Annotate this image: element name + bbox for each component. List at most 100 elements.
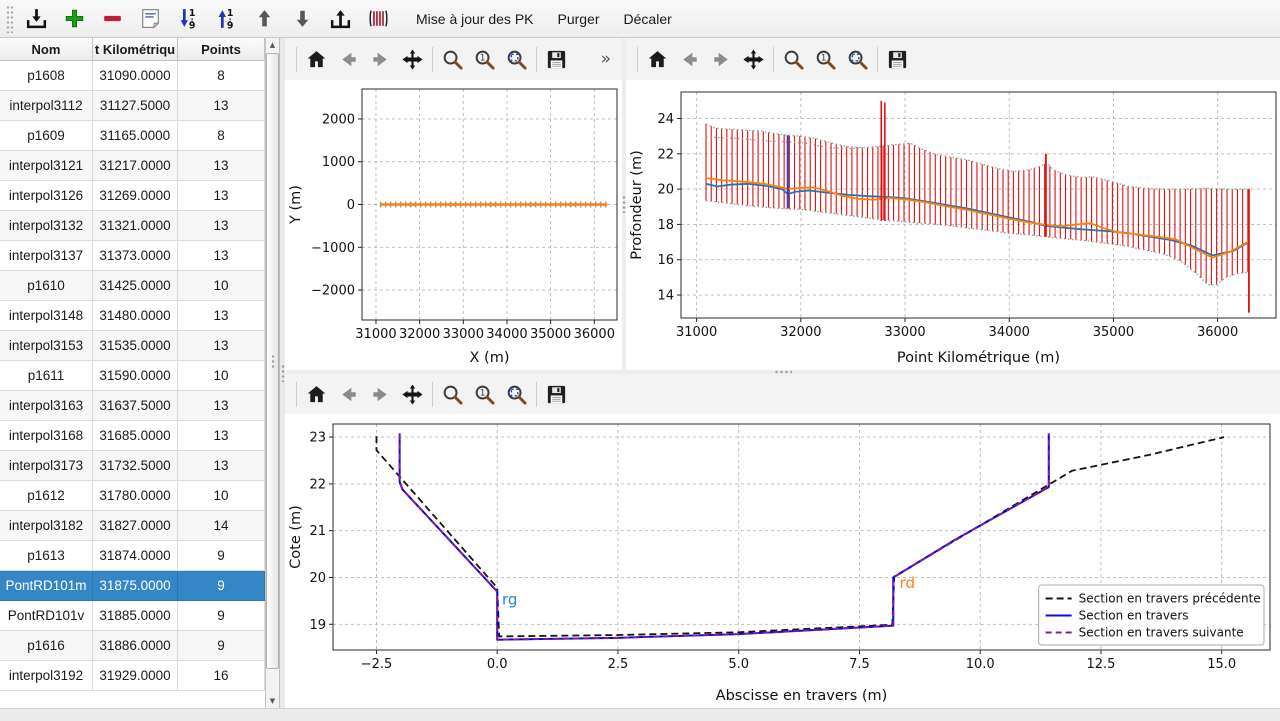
column-header-nom[interactable]: Nom xyxy=(0,38,93,60)
cell-point-kilometrique: 31373.0000 xyxy=(93,241,178,271)
pan-button[interactable] xyxy=(738,44,769,75)
home-button[interactable] xyxy=(301,379,332,410)
table-row[interactable]: interpol319231929.000016 xyxy=(0,661,265,691)
main-content: Nom t Kilométriqu Points p160831090.0000… xyxy=(0,38,1280,708)
move-up-button[interactable] xyxy=(246,3,282,35)
table-row[interactable]: p161631886.00009 xyxy=(0,631,265,661)
cell-points: 8 xyxy=(178,121,265,151)
table-row[interactable]: interpol312131217.000013 xyxy=(0,151,265,181)
back-button[interactable] xyxy=(333,44,364,75)
table-row[interactable]: p160831090.00008 xyxy=(0,61,265,91)
home-button[interactable] xyxy=(642,44,673,75)
plan-nav-toolbar: » xyxy=(285,38,622,80)
sort-ascending-button[interactable] xyxy=(170,3,206,35)
table-scrollbar[interactable]: ▲ ▼ xyxy=(265,38,279,708)
table-row[interactable]: interpol313731373.000013 xyxy=(0,241,265,271)
forward-button[interactable] xyxy=(365,44,396,75)
scrollbar-thumb[interactable] xyxy=(266,53,279,669)
table-row[interactable]: PontRD101m31875.00009 xyxy=(0,571,265,601)
pan-button[interactable] xyxy=(397,379,428,410)
update-pk-button[interactable]: Mise à jour des PK xyxy=(406,3,544,35)
save-button[interactable] xyxy=(541,379,572,410)
pan-button[interactable] xyxy=(397,44,428,75)
plan-view-chart[interactable]: 310003200033000340003500036000−2000−1000… xyxy=(285,80,622,370)
table-row[interactable]: interpol318231827.000014 xyxy=(0,511,265,541)
table-row[interactable]: PontRD101v31885.00009 xyxy=(0,601,265,631)
cell-point-kilometrique: 31217.0000 xyxy=(93,151,178,181)
svg-text:Profondeur (m): Profondeur (m) xyxy=(629,150,645,260)
toolbar-separator xyxy=(536,47,537,72)
zoom-icon xyxy=(441,383,464,406)
sections-table-body: p160831090.00008interpol311231127.500013… xyxy=(0,61,265,708)
zoom-fit-button[interactable] xyxy=(501,379,532,410)
back-icon xyxy=(678,48,701,71)
note-button[interactable] xyxy=(132,3,168,35)
cell-nom: p1613 xyxy=(0,541,93,571)
svg-text:21: 21 xyxy=(309,524,326,539)
export-button[interactable] xyxy=(322,3,358,35)
scroll-down-icon[interactable]: ▼ xyxy=(266,694,279,708)
cell-nom: interpol3126 xyxy=(0,181,93,211)
cross-section-chart[interactable]: rgrd−2.50.02.55.07.510.012.515.019202122… xyxy=(285,414,1280,708)
figure-splitter-horizontal[interactable] xyxy=(285,370,1280,374)
table-row[interactable]: p161331874.00009 xyxy=(0,541,265,571)
zoom-button[interactable] xyxy=(437,44,468,75)
svg-text:22: 22 xyxy=(657,147,674,162)
forward-button[interactable] xyxy=(365,379,396,410)
zoom-one-button[interactable] xyxy=(469,44,500,75)
column-header-points[interactable]: Points xyxy=(178,38,265,60)
figure-splitter-vertical[interactable] xyxy=(622,38,626,370)
back-button[interactable] xyxy=(333,379,364,410)
zoom-fit-button[interactable] xyxy=(501,44,532,75)
table-row[interactable]: p160931165.00008 xyxy=(0,121,265,151)
forward-button[interactable] xyxy=(706,44,737,75)
cell-nom: p1610 xyxy=(0,271,93,301)
table-row[interactable]: p161131590.000010 xyxy=(0,361,265,391)
scrollbar-track[interactable] xyxy=(266,52,279,694)
sections-icon xyxy=(366,6,391,31)
column-header-point-kilometrique[interactable]: t Kilométriqu xyxy=(93,38,178,60)
toolbar-overflow-button[interactable]: » xyxy=(601,49,614,69)
purge-button[interactable]: Purger xyxy=(548,3,610,35)
svg-text:0: 0 xyxy=(347,198,355,213)
save-button[interactable] xyxy=(541,44,572,75)
zoom-fit-button[interactable] xyxy=(842,44,873,75)
table-row[interactable]: interpol311231127.500013 xyxy=(0,91,265,121)
toolbar-drag-handle[interactable] xyxy=(6,5,13,33)
back-button[interactable] xyxy=(674,44,705,75)
profile-nav-toolbar xyxy=(626,38,1280,80)
table-row[interactable]: p161031425.000010 xyxy=(0,271,265,301)
cell-point-kilometrique: 31827.0000 xyxy=(93,511,178,541)
svg-text:Section en travers précédente: Section en travers précédente xyxy=(1079,592,1261,606)
add-button[interactable] xyxy=(56,3,92,35)
home-button[interactable] xyxy=(301,44,332,75)
table-row[interactable]: interpol312631269.000013 xyxy=(0,181,265,211)
table-row[interactable]: interpol316331637.500013 xyxy=(0,391,265,421)
zoom-button[interactable] xyxy=(437,379,468,410)
zoom-button[interactable] xyxy=(778,44,809,75)
top-figures-row: » 310003200033000340003500036000−2000−10… xyxy=(285,38,1280,370)
shift-button[interactable]: Décaler xyxy=(614,3,682,35)
table-row[interactable]: p161231780.000010 xyxy=(0,481,265,511)
cross-section-nav-toolbar xyxy=(285,374,1280,414)
profile-chart[interactable]: 3100032000330003400035000360001416182022… xyxy=(626,80,1280,370)
remove-button[interactable] xyxy=(94,3,130,35)
sections-button[interactable] xyxy=(360,3,396,35)
table-row[interactable]: interpol316831685.000013 xyxy=(0,421,265,451)
save-button[interactable] xyxy=(882,44,913,75)
sort-descending-button[interactable] xyxy=(208,3,244,35)
table-row[interactable]: interpol314831480.000013 xyxy=(0,301,265,331)
import-button[interactable] xyxy=(18,3,54,35)
table-row[interactable]: interpol313231321.000013 xyxy=(0,211,265,241)
scroll-up-icon[interactable]: ▲ xyxy=(266,38,279,52)
table-row[interactable]: interpol317331732.500013 xyxy=(0,451,265,481)
move-down-button[interactable] xyxy=(284,3,320,35)
table-row[interactable]: interpol315331535.000013 xyxy=(0,331,265,361)
cell-nom: interpol3173 xyxy=(0,451,93,481)
svg-text:−1000: −1000 xyxy=(311,241,355,256)
toolbar-separator xyxy=(296,47,297,72)
zoom-one-button[interactable] xyxy=(469,379,500,410)
zoom-one-button[interactable] xyxy=(810,44,841,75)
cell-points: 8 xyxy=(178,61,265,91)
cell-nom: interpol3132 xyxy=(0,211,93,241)
